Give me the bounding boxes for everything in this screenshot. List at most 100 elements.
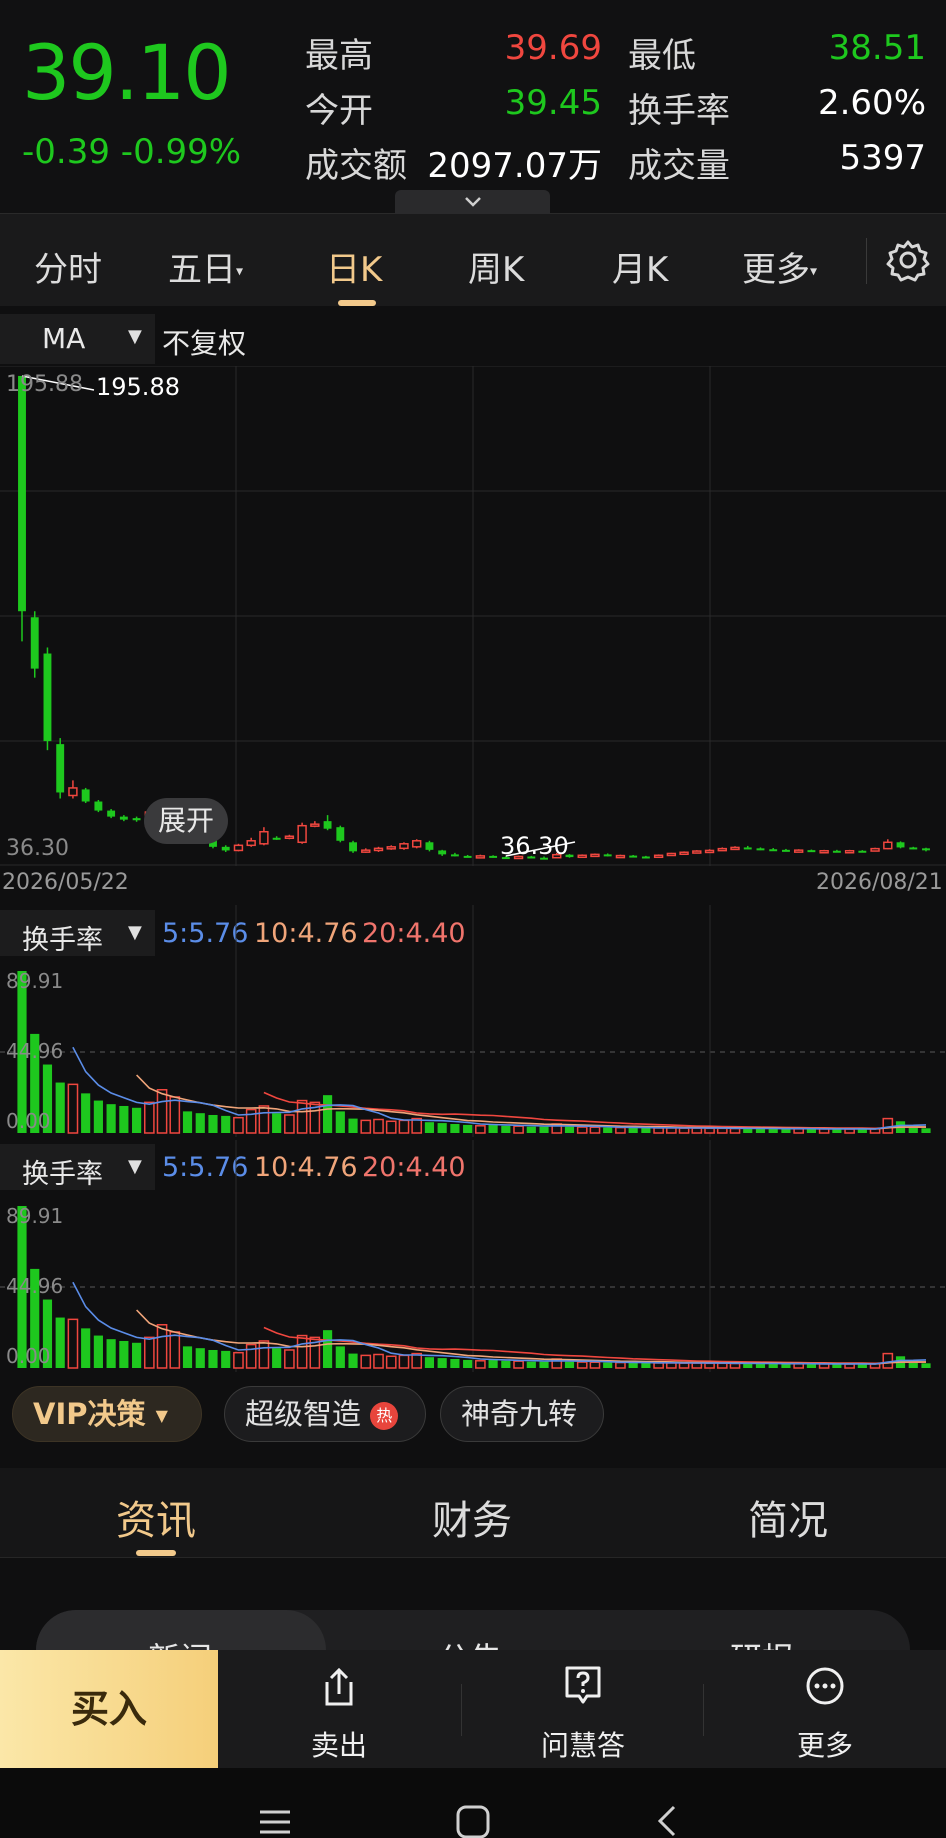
- active-tab-indicator: [136, 1550, 176, 1556]
- turnover-chart-2[interactable]: 89.91 44.96 0.00: [0, 1140, 946, 1372]
- turnover-bar: [81, 1328, 91, 1368]
- vip-decision-label: VIP决策: [33, 1397, 146, 1431]
- amount-label: 成交额: [305, 146, 407, 186]
- turnover-bar: [755, 1363, 766, 1368]
- candle-body: [310, 823, 320, 827]
- turnover-bar: [208, 1349, 218, 1368]
- candle-body: [132, 818, 141, 821]
- magic-nine-button[interactable]: 神奇九转: [440, 1386, 604, 1442]
- kline-chart[interactable]: 195.88 195.88 36.30 36.30 展开 2026/05/22 …: [0, 365, 946, 895]
- turnover-bar: [132, 1107, 142, 1133]
- turnover-bar: [424, 1122, 435, 1133]
- candle-body: [412, 840, 422, 848]
- tab-news-info[interactable]: 资讯: [116, 1488, 196, 1546]
- candle-body: [679, 851, 689, 856]
- turnover-bar: [132, 1342, 142, 1368]
- tab-more[interactable]: 更多▾: [742, 242, 817, 291]
- turnover-bar: [615, 1361, 626, 1369]
- ma-indicator-select[interactable]: MA ▼: [0, 314, 155, 364]
- candle-body: [475, 855, 486, 859]
- candle-body: [386, 846, 396, 850]
- turnover-bar: [908, 1362, 918, 1368]
- header-expand-button[interactable]: [395, 190, 550, 214]
- candle-body: [870, 847, 880, 852]
- volume-value: 5397: [839, 138, 926, 178]
- hot-badge-icon: 热: [370, 1402, 399, 1430]
- candle-body: [756, 848, 765, 851]
- candle-body: [297, 824, 307, 844]
- tab-profile[interactable]: 简况: [748, 1488, 828, 1546]
- turnover-bar: [666, 1127, 677, 1134]
- more-dots-icon: [806, 1667, 844, 1705]
- x-end-date: 2026/08/21: [816, 870, 943, 895]
- candle-body: [858, 850, 867, 853]
- turnover-bar: [589, 1361, 601, 1369]
- candle-body: [717, 847, 727, 852]
- back-icon[interactable]: [654, 1804, 680, 1838]
- tab-month-k[interactable]: 月K: [612, 242, 668, 291]
- super-smart-button[interactable]: 超级智造 热: [224, 1386, 426, 1442]
- turnover-bar: [666, 1362, 677, 1369]
- turnover-bar: [156, 1324, 168, 1369]
- turnover-chart-1[interactable]: 89.91 44.96 0.00: [0, 905, 946, 1137]
- candle-body: [819, 850, 829, 854]
- turnover-bar: [743, 1128, 753, 1133]
- more-button[interactable]: 更多: [750, 1650, 900, 1768]
- chevron-down-icon: [464, 197, 481, 207]
- tab-five-day[interactable]: 五日▾: [168, 242, 243, 291]
- turnover-bar: [921, 1128, 931, 1133]
- settings-button[interactable]: [884, 236, 932, 284]
- turnover-bar: [564, 1126, 575, 1133]
- tab-week-k[interactable]: 周K: [468, 242, 524, 291]
- buy-button[interactable]: 买入: [0, 1650, 218, 1768]
- turnover-bar: [296, 1334, 308, 1369]
- turnover-top-label-1: 89.91: [6, 969, 64, 993]
- turnover-bar: [488, 1124, 498, 1133]
- candle-body: [221, 846, 230, 851]
- candle-body: [629, 855, 638, 858]
- candle-body: [373, 847, 384, 852]
- turnover-bar: [628, 1362, 638, 1368]
- recent-apps-icon[interactable]: [258, 1806, 292, 1838]
- tab-finance[interactable]: 财务: [432, 1488, 512, 1546]
- adjust-select[interactable]: 不复权: [162, 322, 246, 362]
- vip-decision-button[interactable]: VIP决策 ▼: [12, 1386, 202, 1442]
- tab-day-k[interactable]: 日K: [326, 242, 382, 291]
- candle-body: [896, 842, 905, 848]
- candle-body: [56, 744, 65, 793]
- turnover-bar: [221, 1350, 231, 1368]
- amount-value: 2097.07万: [427, 146, 602, 186]
- turnover-bar: [501, 1125, 511, 1133]
- candle-body: [272, 837, 281, 840]
- turnover-bar: [398, 1354, 410, 1369]
- candle-body: [666, 852, 677, 857]
- candle-body: [489, 855, 498, 858]
- turnover-bar: [678, 1127, 690, 1134]
- expand-button[interactable]: 展开: [144, 798, 228, 844]
- tab-intraday[interactable]: 分时: [34, 242, 102, 291]
- turnover-bar: [704, 1127, 715, 1134]
- turnover-bar: [450, 1123, 460, 1133]
- ask-button[interactable]: 问慧答: [508, 1650, 658, 1768]
- turnover-bar: [272, 1348, 282, 1368]
- turnover-bar: [258, 1340, 270, 1369]
- change-percent: -0.99%: [120, 132, 242, 172]
- max-annotation: 195.88: [96, 373, 180, 401]
- turnover-bar: [589, 1126, 601, 1134]
- candle-body: [43, 653, 52, 742]
- sell-button[interactable]: 卖出: [264, 1650, 414, 1768]
- turnover-bar: [67, 1318, 79, 1369]
- turnover-bar: [463, 1359, 473, 1368]
- home-icon[interactable]: [455, 1804, 491, 1838]
- turnover-bar: [360, 1354, 372, 1369]
- turnover-mid-label-2: 44.96: [6, 1274, 64, 1298]
- turnover-bar: [348, 1353, 358, 1368]
- turnover-bottom-label-1: 0.00: [6, 1109, 51, 1133]
- candle-body: [909, 847, 918, 850]
- turnover-bar: [81, 1093, 91, 1133]
- y-min-label: 36.30: [6, 836, 69, 861]
- turnover-bar: [603, 1127, 613, 1133]
- turnover-bar: [55, 1082, 65, 1133]
- candle-body: [692, 850, 702, 854]
- turnover-mid-label-1: 44.96: [6, 1039, 64, 1063]
